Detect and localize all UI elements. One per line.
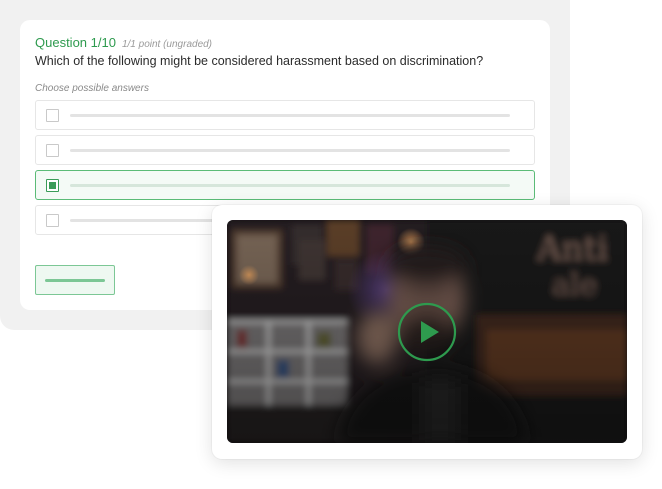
answer-option-2[interactable] — [35, 135, 535, 165]
play-icon — [397, 302, 457, 362]
answer-checkbox[interactable] — [46, 214, 59, 227]
question-text: Which of the following might be consider… — [35, 54, 484, 68]
answer-option-3-selected[interactable] — [35, 170, 535, 200]
submit-button[interactable] — [35, 265, 115, 295]
video-player[interactable]: Anti ale — [227, 220, 627, 443]
question-points: 1/1 point (ungraded) — [121, 39, 213, 50]
question-number: Question 1/10 — [35, 35, 116, 50]
answer-text-placeholder — [70, 114, 510, 117]
answers-hint: Choose possible answers — [35, 83, 149, 94]
answer-text-placeholder — [70, 184, 510, 187]
play-button[interactable] — [397, 302, 457, 362]
answer-checkbox-checked[interactable] — [46, 179, 59, 192]
submit-button-label-placeholder — [45, 279, 105, 282]
video-card: Anti ale — [212, 205, 642, 459]
answer-option-1[interactable] — [35, 100, 535, 130]
answer-checkbox[interactable] — [46, 144, 59, 157]
answer-checkbox[interactable] — [46, 109, 59, 122]
question-header: Question 1/10 1/1 point (ungraded) — [35, 35, 212, 53]
answer-text-placeholder — [70, 149, 510, 152]
